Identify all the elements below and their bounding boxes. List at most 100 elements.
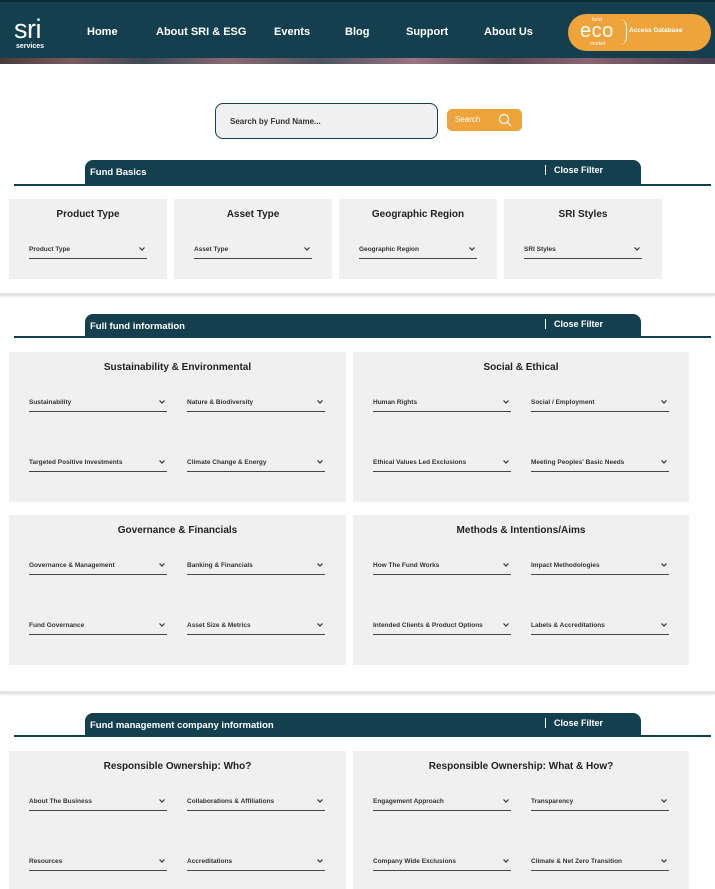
dropdown-label: Company Wide Exclusions — [373, 858, 457, 865]
accreditations-dropdown[interactable]: Accreditations — [187, 843, 325, 871]
product-type-dropdown[interactable]: Product Type — [29, 231, 147, 259]
chevron-down-icon — [469, 247, 475, 251]
social-ethical-panel: Social & Ethical Human Rights Social / E… — [353, 352, 689, 502]
chevron-down-icon — [159, 400, 165, 404]
chevron-down-icon — [661, 859, 667, 863]
dropdown-label: SRI Styles — [524, 246, 556, 253]
eco-logo-bottom: market — [590, 41, 606, 47]
dropdown-label: Asset Type — [194, 246, 229, 253]
panel-title: Methods & Intentions/Aims — [456, 525, 586, 536]
chevron-down-icon — [317, 460, 323, 464]
chevron-down-icon — [503, 799, 509, 803]
close-filter-button[interactable]: Close Filter — [545, 165, 603, 175]
nav-blog[interactable]: Blog — [345, 26, 369, 38]
product-type-panel: Product Type Product Type — [9, 199, 167, 279]
governance-management-dropdown[interactable]: Governance & Management — [29, 547, 167, 575]
dropdown-label: About The Business — [29, 798, 92, 805]
ethical-values-exclusions-dropdown[interactable]: Ethical Values Led Exclusions — [373, 444, 511, 472]
chevron-down-icon — [634, 247, 640, 251]
search-button-label: Search — [455, 115, 481, 124]
social-employment-dropdown[interactable]: Social / Employment — [531, 384, 669, 412]
how-fund-works-dropdown[interactable]: How The Fund Works — [373, 547, 511, 575]
asset-size-metrics-dropdown[interactable]: Asset Size & Metrics — [187, 607, 325, 635]
chevron-down-icon — [503, 460, 509, 464]
chevron-down-icon — [661, 400, 667, 404]
fund-governance-dropdown[interactable]: Fund Governance — [29, 607, 167, 635]
dropdown-label: Governance & Management — [29, 562, 115, 569]
chevron-down-icon — [503, 400, 509, 404]
dropdown-label: Social / Employment — [531, 399, 595, 406]
dropdown-label: Fund Governance — [29, 622, 85, 629]
engagement-approach-dropdown[interactable]: Engagement Approach — [373, 783, 511, 811]
dropdown-label: Impact Methodologies — [531, 562, 600, 569]
panel-title: Geographic Region — [371, 209, 465, 220]
dropdown-label: Sustainability — [29, 399, 72, 406]
chevron-down-icon — [159, 460, 165, 464]
geographic-region-dropdown[interactable]: Geographic Region — [359, 231, 477, 259]
chevron-down-icon — [503, 563, 509, 567]
close-filter-button[interactable]: Close Filter — [545, 319, 603, 329]
about-business-dropdown[interactable]: About The Business — [29, 783, 167, 811]
nav-events[interactable]: Events — [274, 26, 310, 38]
targeted-positive-investments-dropdown[interactable]: Targeted Positive Investments — [29, 444, 167, 472]
fund-name-search-input[interactable] — [215, 103, 438, 139]
intended-clients-dropdown[interactable]: Intended Clients & Product Options — [373, 607, 511, 635]
responsible-ownership-what-how-panel: Responsible Ownership: What & How? Engag… — [353, 751, 689, 889]
fund-management-company-header: Fund management company information Clos… — [85, 713, 641, 737]
labels-accreditations-dropdown[interactable]: Labels & Accreditations — [531, 607, 669, 635]
climate-change-energy-dropdown[interactable]: Climate Change & Energy — [187, 444, 325, 472]
dropdown-label: Accreditations — [187, 858, 233, 865]
basic-needs-dropdown[interactable]: Meeting Peoples' Basic Needs — [531, 444, 669, 472]
section-divider-line — [14, 184, 711, 186]
chevron-down-icon — [661, 799, 667, 803]
close-filter-button[interactable]: Close Filter — [545, 718, 603, 728]
sustainability-environmental-panel: Sustainability & Environmental Sustainab… — [9, 352, 346, 502]
nav-support[interactable]: Support — [406, 26, 448, 38]
panel-title: Social & Ethical — [483, 362, 559, 373]
chevron-down-icon — [159, 859, 165, 863]
dropdown-label: Banking & Financials — [187, 562, 253, 569]
dropdown-label: Collaborations & Affiliations — [187, 798, 275, 805]
sri-styles-dropdown[interactable]: SRI Styles — [524, 231, 642, 259]
dropdown-label: Labels & Accreditations — [531, 622, 605, 629]
chevron-down-icon — [317, 400, 323, 404]
dropdown-label: How The Fund Works — [373, 562, 440, 569]
dropdown-label: Transparency — [531, 798, 574, 805]
dropdown-label: Engagement Approach — [373, 798, 444, 805]
chevron-down-icon — [317, 799, 323, 803]
impact-methodologies-dropdown[interactable]: Impact Methodologies — [531, 547, 669, 575]
company-wide-exclusions-dropdown[interactable]: Company Wide Exclusions — [373, 843, 511, 871]
climate-net-zero-dropdown[interactable]: Climate & Net Zero Transition — [531, 843, 669, 871]
chevron-down-icon — [503, 623, 509, 627]
asset-type-dropdown[interactable]: Asset Type — [194, 231, 312, 259]
nature-biodiversity-dropdown[interactable]: Nature & Biodiversity — [187, 384, 325, 412]
sri-styles-panel: SRI Styles SRI Styles — [504, 199, 662, 279]
collaborations-affiliations-dropdown[interactable]: Collaborations & Affiliations — [187, 783, 325, 811]
chevron-down-icon — [159, 563, 165, 567]
banking-financials-dropdown[interactable]: Banking & Financials — [187, 547, 325, 575]
nav-home[interactable]: Home — [87, 26, 118, 38]
header-banner-image — [0, 58, 715, 64]
panel-title: Sustainability & Environmental — [103, 362, 252, 373]
search-button[interactable]: Search — [447, 109, 522, 131]
transparency-dropdown[interactable]: Transparency — [531, 783, 669, 811]
section-title: Fund management company information — [90, 720, 274, 731]
chevron-down-icon — [661, 623, 667, 627]
human-rights-dropdown[interactable]: Human Rights — [373, 384, 511, 412]
nav-about-us[interactable]: About Us — [484, 26, 533, 38]
chevron-down-icon — [503, 859, 509, 863]
nav-about-sri-esg[interactable]: About SRI & ESG — [156, 26, 246, 38]
section-title: Fund Basics — [90, 167, 147, 178]
logo-subtext: services — [16, 43, 45, 50]
panel-title: Responsible Ownership: Who? — [103, 761, 252, 772]
responsible-ownership-who-panel: Responsible Ownership: Who? About The Bu… — [9, 751, 346, 889]
governance-financials-panel: Governance & Financials Governance & Man… — [9, 515, 346, 665]
dropdown-label: Intended Clients & Product Options — [373, 622, 483, 629]
resources-dropdown[interactable]: Resources — [29, 843, 167, 871]
section-separator — [0, 293, 715, 296]
chevron-down-icon — [317, 623, 323, 627]
panel-title: SRI Styles — [558, 209, 608, 220]
fund-basics-header: Fund Basics Close Filter — [85, 160, 641, 184]
access-database-button[interactable]: fund eco market Access Database — [568, 14, 711, 51]
sustainability-dropdown[interactable]: Sustainability — [29, 384, 167, 412]
